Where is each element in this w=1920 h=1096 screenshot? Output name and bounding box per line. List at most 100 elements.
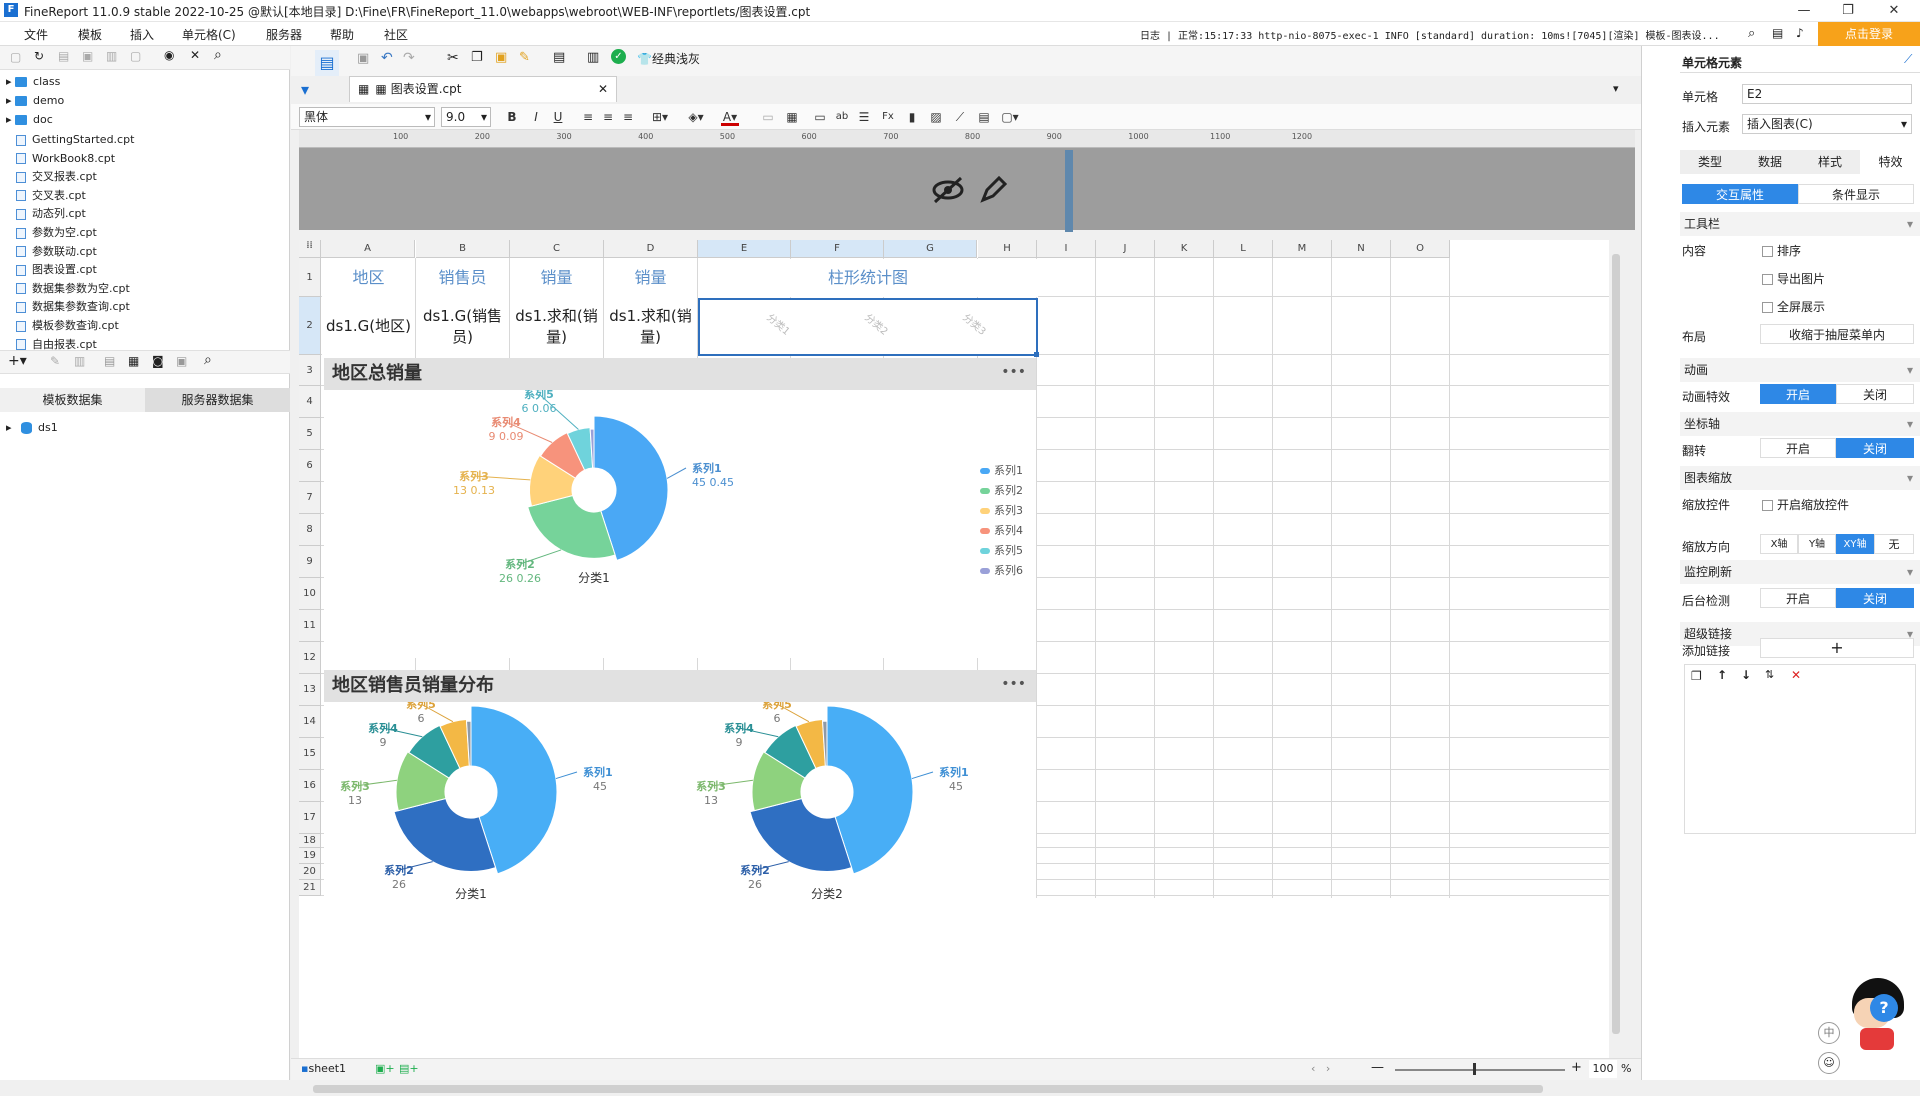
dir-y-button[interactable]: Y轴 (1798, 534, 1836, 554)
horizontal-scrollbar[interactable] (299, 1082, 1609, 1096)
bold-icon[interactable]: B (503, 108, 521, 126)
file-item[interactable]: 数据集参数查询.cpt (6, 297, 130, 316)
subtab-interaction[interactable]: 交互属性 (1682, 184, 1798, 204)
notes-icon[interactable]: ▤ (1772, 26, 1783, 40)
file-item[interactable]: 动态列.cpt (6, 204, 86, 223)
section-animation[interactable]: 动画 ▾ (1680, 358, 1920, 382)
checkbox[interactable] (1762, 274, 1773, 285)
bell-icon[interactable]: ♪ (1796, 26, 1804, 40)
database-icon[interactable]: ◙ (152, 354, 164, 368)
text-icon[interactable]: ab (833, 108, 851, 126)
checkbox[interactable] (1762, 246, 1773, 257)
close-button[interactable]: ✕ (1872, 0, 1916, 22)
menu-file[interactable]: 文件 (24, 26, 48, 43)
table-grid-icon[interactable]: ▦ (783, 108, 801, 126)
log-status[interactable]: 日志 | 正常:15:17:33 http-nio-8075-exec-1 IN… (1140, 27, 1720, 42)
more-options-icon[interactable]: ••• (1001, 364, 1026, 380)
sort-icon[interactable]: ⇅ (1765, 668, 1774, 681)
row-header[interactable]: 9 (299, 546, 321, 578)
tree-folder-class[interactable]: ▸ class (6, 72, 60, 91)
prev-icon[interactable]: ‹ › (1311, 1062, 1330, 1075)
hidden-eye-icon[interactable] (931, 176, 965, 204)
refresh-icon[interactable]: ↻ (34, 49, 44, 63)
open-icon[interactable]: ▤ (58, 49, 69, 63)
cell-A1[interactable]: 地区 (322, 259, 415, 297)
italic-icon[interactable]: I (527, 108, 545, 126)
insert-select[interactable]: 插入图表(C) ▾ (1742, 114, 1912, 134)
row-header[interactable]: 11 (299, 610, 321, 642)
preview-icon[interactable]: ▤ (553, 50, 565, 65)
column-header[interactable]: L (1214, 240, 1273, 258)
row-header[interactable]: 16 (299, 770, 321, 802)
image-icon[interactable]: ▨ (927, 108, 945, 126)
file-item[interactable]: 图表设置.cpt (6, 260, 97, 279)
column-header[interactable]: O (1391, 240, 1450, 258)
minimize-button[interactable]: — (1782, 0, 1826, 22)
column-header[interactable]: G (884, 240, 977, 258)
scroll-thumb[interactable] (313, 1085, 1543, 1093)
delete-icon[interactable]: ▥ (74, 354, 85, 368)
redo-icon[interactable]: ↷ (403, 50, 415, 66)
tab-effects[interactable]: 特效 (1860, 150, 1920, 174)
layout-select[interactable]: 收缩于抽屉菜单内 (1760, 324, 1914, 344)
bar-chart-icon[interactable]: ▮ (903, 108, 921, 126)
login-button[interactable]: 点击登录 (1818, 22, 1920, 46)
anim-on-button[interactable]: 开启 (1760, 384, 1836, 404)
dataset-ds1[interactable]: ▸ ds1 (6, 418, 58, 437)
formula-icon[interactable]: Fx (879, 108, 897, 126)
doc-tab[interactable]: ▦ ▦ 图表设置.cpt ✕ (349, 76, 617, 102)
anim-off-button[interactable]: 关闭 (1836, 384, 1914, 404)
edit-icon[interactable]: ✎ (50, 354, 60, 368)
dir-x-button[interactable]: X轴 (1760, 534, 1798, 554)
search-icon[interactable]: ⌕ (1748, 26, 1755, 41)
column-header[interactable]: M (1273, 240, 1332, 258)
zoom-value[interactable]: 100 (1589, 1060, 1617, 1078)
align-right-icon[interactable]: ≡ (619, 108, 637, 126)
cell-B2[interactable]: ds1.G(销售员) (416, 298, 509, 355)
menu-community[interactable]: 社区 (384, 26, 408, 43)
font-color-icon[interactable]: A▾ (721, 108, 739, 126)
font-size-select[interactable]: 9.0 ▾ (441, 107, 491, 127)
diagonal-icon[interactable]: ⟋ (951, 108, 969, 126)
down-arrow-icon[interactable]: ↓ (1741, 668, 1751, 682)
check-icon[interactable]: ▥ (587, 50, 599, 65)
pie2-slice[interactable] (749, 797, 853, 872)
row-header[interactable]: 13 (299, 674, 321, 706)
checkbox[interactable] (1762, 500, 1773, 511)
frame-icon[interactable]: ▢▾ (1001, 108, 1019, 126)
row-header[interactable]: 20 (299, 864, 321, 880)
flip-off-button[interactable]: 关闭 (1836, 438, 1914, 458)
row-header[interactable]: 10 (299, 578, 321, 610)
file-item[interactable]: GettingStarted.cpt (6, 130, 134, 149)
fill-color-icon[interactable]: ◈▾ (687, 108, 705, 126)
row-header[interactable]: 21 (299, 880, 321, 896)
opt-fullscreen[interactable]: 全屏展示 (1762, 298, 1825, 315)
align-center-icon[interactable]: ≡ (599, 108, 617, 126)
flip-on-button[interactable]: 开启 (1760, 438, 1836, 458)
sheet-tab[interactable]: ▪sheet1 (301, 1062, 346, 1075)
row-header[interactable]: 8 (299, 514, 321, 546)
restore-button[interactable]: ❐ (1826, 0, 1870, 22)
row-header[interactable]: 1 (299, 258, 321, 297)
column-header[interactable]: H (978, 240, 1037, 258)
zoom-in-icon[interactable]: + (1571, 1060, 1582, 1075)
tab-type[interactable]: 类型 (1680, 150, 1740, 174)
tree-folder-doc[interactable]: ▸ doc (6, 110, 53, 129)
help-mascot-icon[interactable]: ? (1846, 978, 1908, 1054)
cell-C1[interactable]: 销量 (510, 259, 603, 297)
row-header[interactable]: 14 (299, 706, 321, 738)
param-resize-bar[interactable] (1065, 150, 1073, 232)
copy-icon[interactable]: ▣ (82, 49, 93, 63)
legend-item[interactable]: 系列6 (980, 562, 1023, 578)
table-icon[interactable]: ▦ (128, 354, 139, 368)
paste-icon[interactable]: ▣ (495, 50, 507, 65)
new-folder-icon[interactable]: ▢ (10, 50, 21, 64)
menu-help[interactable]: 帮助 (330, 26, 354, 43)
dir-none-button[interactable]: 无 (1874, 534, 1914, 554)
cell-field[interactable]: E2 (1742, 84, 1912, 104)
input-method-icon[interactable]: 中 (1818, 1022, 1840, 1044)
opt-export[interactable]: 导出图片 (1762, 270, 1825, 287)
pie1-slice[interactable] (527, 494, 616, 559)
copy-icon[interactable]: ❐ (1691, 669, 1702, 683)
link-list[interactable]: ❐ ↑ ↓ ⇅ ✕ (1684, 664, 1916, 834)
